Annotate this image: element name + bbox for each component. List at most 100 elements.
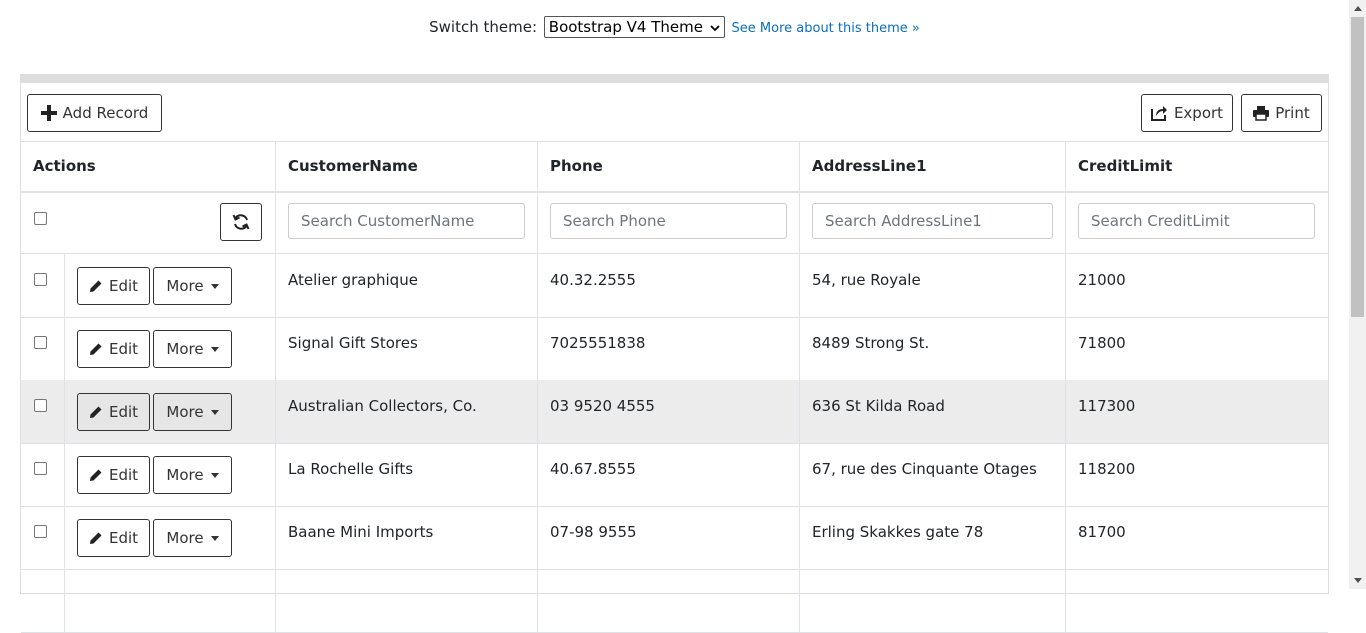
filter-customername-cell: Search CustomerName	[275, 190, 537, 253]
customername-cell: La Rochelle Gifts	[275, 443, 537, 506]
table-row-partial	[21, 569, 1328, 633]
creditlimit-value: 81700	[1078, 523, 1126, 541]
row-actions-cell	[64, 569, 275, 632]
table-row: Edit More Baane Mini Imports 07-98 9555 …	[21, 506, 1328, 570]
phone-value: 40.32.2555	[550, 271, 636, 289]
edit-label: Edit	[108, 340, 139, 358]
creditlimit-value: 118200	[1078, 460, 1136, 478]
addressline1-cell: 636 St Kilda Road	[799, 380, 1065, 443]
edit-label: Edit	[108, 466, 139, 484]
chevron-down-icon	[710, 24, 720, 31]
edit-button[interactable]: Edit	[77, 519, 150, 557]
pencil-icon	[89, 406, 102, 418]
theme-switch-label: Switch theme:	[429, 17, 537, 36]
phone-cell: 03 9520 4555	[537, 380, 799, 443]
table-row: Edit More Signal Gift Stores 7025551838 …	[21, 317, 1328, 381]
addressline1-cell: Erling Skakkes gate 78	[799, 506, 1065, 569]
addressline1-cell	[799, 569, 1065, 632]
addressline1-cell: 67, rue des Cinquante Otages	[799, 443, 1065, 506]
export-button[interactable]: Export	[1141, 94, 1233, 132]
edit-button[interactable]: Edit	[77, 456, 150, 494]
more-dropdown-button[interactable]: More	[153, 267, 232, 305]
creditlimit-value: 71800	[1078, 334, 1126, 352]
column-header-customername[interactable]: CustomerName	[275, 142, 537, 191]
addressline1-value: 8489 Strong St.	[812, 334, 930, 352]
refresh-button[interactable]	[220, 203, 262, 241]
print-label: Print	[1275, 104, 1310, 122]
creditlimit-value: 117300	[1078, 397, 1136, 415]
creditlimit-cell: 71800	[1065, 317, 1328, 380]
row-checkbox[interactable]	[34, 462, 47, 475]
addressline1-value: 54, rue Royale	[812, 271, 921, 289]
theme-select[interactable]: Bootstrap V4 Theme	[543, 16, 725, 38]
customername-cell: Atelier graphique	[275, 254, 537, 317]
edit-label: Edit	[108, 403, 139, 421]
plus-icon	[40, 105, 57, 121]
search-phone-input[interactable]: Search Phone	[550, 203, 787, 239]
edit-label: Edit	[108, 529, 139, 547]
column-header-addressline1[interactable]: AddressLine1	[799, 142, 1065, 191]
row-checkbox[interactable]	[34, 336, 47, 349]
search-customername-input[interactable]: Search CustomerName	[288, 203, 525, 239]
edit-button[interactable]: Edit	[77, 330, 150, 368]
addressline1-value: 636 St Kilda Road	[812, 397, 945, 415]
creditlimit-cell: 81700	[1065, 506, 1328, 569]
filter-row: Search CustomerName Search Phone Search …	[21, 190, 1328, 254]
add-record-label: Add Record	[62, 104, 149, 122]
customername-cell: Signal Gift Stores	[275, 317, 537, 380]
toolbar: Add Record Export Print	[27, 94, 1322, 132]
select-all-checkbox[interactable]	[34, 212, 47, 225]
creditlimit-cell: 21000	[1065, 254, 1328, 317]
vertical-scrollbar[interactable]	[1349, 0, 1366, 589]
more-dropdown-button[interactable]: More	[153, 456, 232, 494]
customername-value: Baane Mini Imports	[288, 523, 434, 541]
more-label: More	[166, 277, 204, 295]
column-header-creditlimit[interactable]: CreditLimit	[1065, 142, 1328, 191]
more-dropdown-button[interactable]: More	[153, 330, 232, 368]
customername-value: Atelier graphique	[288, 271, 418, 289]
table-row: Edit More La Rochelle Gifts 40.67.8555 6…	[21, 443, 1328, 507]
pencil-icon	[89, 280, 102, 292]
creditlimit-value: 21000	[1078, 271, 1126, 289]
scroll-up-icon[interactable]	[1349, 0, 1366, 17]
search-creditlimit-input[interactable]: Search CreditLimit	[1078, 203, 1315, 239]
filter-addressline1-cell: Search AddressLine1	[799, 190, 1065, 253]
creditlimit-cell: 117300	[1065, 380, 1328, 443]
print-icon	[1253, 105, 1270, 121]
column-header-phone[interactable]: Phone	[537, 142, 799, 191]
phone-value: 40.67.8555	[550, 460, 636, 478]
caret-down-icon	[210, 409, 219, 415]
creditlimit-cell: 118200	[1065, 443, 1328, 506]
filter-actions-cell	[21, 190, 275, 253]
more-dropdown-button[interactable]: More	[153, 393, 232, 431]
theme-switcher: Switch theme: Bootstrap V4 Theme See Mor…	[0, 16, 1349, 38]
more-dropdown-button[interactable]: More	[153, 519, 232, 557]
pencil-icon	[89, 532, 102, 544]
row-checkbox[interactable]	[34, 525, 47, 538]
addressline1-value: 67, rue des Cinquante Otages	[812, 460, 1037, 478]
phone-value: 07-98 9555	[550, 523, 637, 541]
edit-button[interactable]: Edit	[77, 267, 150, 305]
filter-creditlimit-cell: Search CreditLimit	[1065, 190, 1328, 253]
add-record-button[interactable]: Add Record	[27, 94, 162, 132]
phone-cell: 7025551838	[537, 317, 799, 380]
phone-cell: 40.32.2555	[537, 254, 799, 317]
search-addressline1-input[interactable]: Search AddressLine1	[812, 203, 1053, 239]
phone-value: 03 9520 4555	[550, 397, 655, 415]
more-label: More	[166, 466, 204, 484]
row-checkbox[interactable]	[34, 273, 47, 286]
scroll-down-icon[interactable]	[1349, 572, 1366, 589]
see-more-link[interactable]: See More about this theme »	[732, 21, 920, 36]
phone-value: 7025551838	[550, 334, 646, 352]
addressline1-cell: 8489 Strong St.	[799, 317, 1065, 380]
print-button[interactable]: Print	[1241, 94, 1322, 132]
theme-select-value: Bootstrap V4 Theme	[548, 18, 703, 36]
edit-button[interactable]: Edit	[77, 393, 150, 431]
table-row: Edit More Atelier graphique 40.32.2555 5…	[21, 254, 1328, 318]
row-checkbox[interactable]	[34, 399, 47, 412]
scrollbar-thumb[interactable]	[1351, 17, 1364, 317]
more-label: More	[166, 340, 204, 358]
filter-phone-cell: Search Phone	[537, 190, 799, 253]
more-label: More	[166, 529, 204, 547]
customername-value: La Rochelle Gifts	[288, 460, 414, 478]
